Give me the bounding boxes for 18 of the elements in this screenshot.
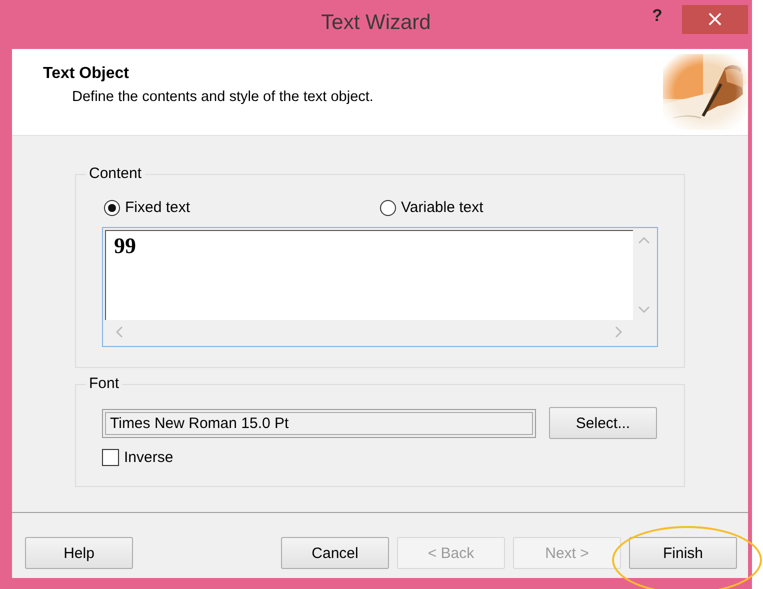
scroll-down-icon[interactable] xyxy=(638,306,650,314)
select-button[interactable]: Select... xyxy=(549,407,657,439)
close-button[interactable]: × xyxy=(682,5,748,34)
text-field[interactable]: 99 xyxy=(105,230,633,320)
help-button[interactable]: Help xyxy=(25,537,133,569)
inverse-checkbox[interactable]: Inverse xyxy=(102,449,174,466)
help-icon[interactable]: ? xyxy=(652,6,662,26)
page-description: Define the contents and style of the text object. xyxy=(72,89,374,105)
window-title: Text Wizard xyxy=(321,10,431,34)
cancel-button[interactable]: Cancel xyxy=(281,537,389,569)
font-field[interactable]: Times New Roman 15.0 Pt xyxy=(102,408,536,438)
scroll-left-icon[interactable] xyxy=(115,326,123,338)
radio-option[interactable]: Fixed text xyxy=(104,199,190,216)
page-title: Text Object xyxy=(43,65,130,83)
finish-button[interactable]: Finish xyxy=(629,537,737,569)
scroll-up-icon[interactable] xyxy=(638,236,650,244)
scroll-right-icon[interactable] xyxy=(615,326,623,338)
radio-option[interactable]: Variable text xyxy=(380,199,484,216)
